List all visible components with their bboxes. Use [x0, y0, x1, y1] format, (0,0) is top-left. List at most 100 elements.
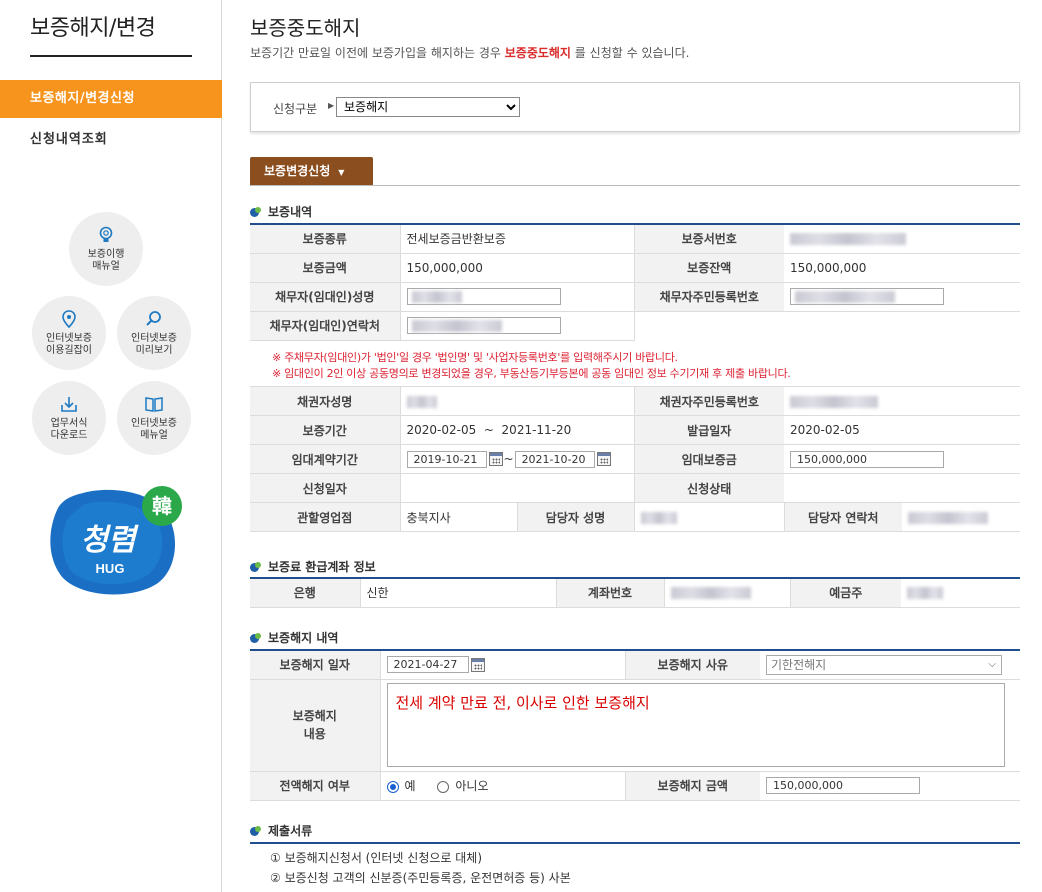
calendar-icon[interactable]	[596, 452, 611, 466]
debtor-id-label: 채무자주민등록번호	[634, 282, 784, 312]
apply-date-value	[399, 473, 635, 503]
cancel-content-textarea[interactable]: 전세 계약 만료 전, 이사로 인한 보증해지	[386, 683, 1005, 767]
guarantee-type-label: 보증종류	[250, 223, 400, 254]
table-row: 관할영업점 충북지사 담당자 성명 담당자 연락처	[250, 502, 1020, 532]
calendar-icon[interactable]	[488, 452, 503, 466]
preview-link[interactable]: 인터넷보증 미리보기	[117, 296, 191, 370]
integrity-hug-logo: 韓 청렴 HUG	[50, 486, 182, 595]
circle-label: 보증이행 매뉴얼	[87, 249, 125, 272]
debtor-id-input[interactable]	[790, 288, 944, 305]
calendar-icon[interactable]	[470, 657, 485, 672]
docs-list: ① 보증해지신청서 (인터넷 신청으로 대체) ② 보증신청 고객의 신분증(주…	[270, 848, 571, 888]
section-title-guarantee: 보증내역	[250, 203, 312, 220]
sidebar-item-history[interactable]: 신청내역조회	[30, 128, 108, 147]
cancel-date-input[interactable]: 2021-04-27	[386, 656, 469, 674]
description-text-end: 를 신청할 수 있습니다.	[570, 46, 690, 60]
no-label: 아니오	[455, 779, 489, 793]
masked-value	[411, 320, 502, 332]
issue-date-label: 발급일자	[634, 415, 784, 445]
table-row: 보증해지 일자 2021-04-27 보증해지 사유 기한전해지 ⌵	[250, 649, 1020, 680]
sidebar-title: 보증해지/변경	[30, 16, 156, 41]
lease-deposit-label: 임대보증금	[634, 444, 784, 474]
request-type-select[interactable]: 보증해지	[336, 97, 520, 117]
full-cancel-yes-radio[interactable]	[386, 780, 399, 793]
debtor-id-cell	[784, 282, 1020, 312]
full-cancel-cell: 예 아니오	[379, 771, 626, 801]
holder-value	[901, 577, 1020, 608]
guarantee-type-value: 전세보증금반환보증	[399, 223, 635, 254]
masked-value	[640, 511, 677, 524]
section-bullet-icon	[250, 207, 264, 217]
table-row: 은행 신한 계좌번호 예금주	[250, 577, 1020, 608]
date-range-separator: ~	[503, 451, 514, 466]
apply-status-label: 신청상태	[634, 473, 784, 503]
debtor-contact-input[interactable]	[406, 317, 561, 334]
account-label: 계좌번호	[556, 577, 664, 608]
guide-link[interactable]: 인터넷보증 이용길잡이	[32, 296, 106, 370]
masked-value	[411, 291, 462, 303]
manual-link[interactable]: 인터넷보증 메뉴얼	[117, 381, 191, 455]
table-row: 임대계약기간 2019-10-21 ~2021-10-20 임대보증금 150,0…	[250, 444, 1020, 474]
full-cancel-no-radio[interactable]	[437, 780, 450, 793]
branch-label: 관할영업점	[250, 502, 400, 532]
section-bullet-icon	[250, 562, 264, 572]
section-title-docs: 제출서류	[250, 822, 312, 839]
tab-label: 보증변경신청	[264, 164, 331, 178]
manager-contact-label: 담당자 연락처	[784, 502, 902, 532]
guarantee-table-bottom: 채권자성명 채권자주민등록번호 보증기간 2020-02-05 ~ 2021-1…	[250, 386, 1020, 532]
refund-table: 은행 신한 계좌번호 예금주	[250, 577, 1020, 608]
page-description: 보증기간 만료일 이전에 보증가입을 해지하는 경우 보증중도해지 를 신청할 …	[250, 44, 689, 61]
forms-download-link[interactable]: 업무서식 다운로드	[32, 381, 106, 455]
section-title-refund: 보증료 환급계좌 정보	[250, 558, 376, 575]
guarantee-amount-label: 보증금액	[250, 253, 400, 283]
account-value	[663, 577, 791, 608]
cancel-reason-cell: 기한전해지 ⌵	[760, 649, 1020, 680]
filter-panel: 신청구분 ▶ 보증해지	[250, 82, 1020, 132]
sidebar-item-change-apply[interactable]: 보증해지/변경신청	[0, 80, 222, 118]
sidebar-divider	[30, 55, 192, 57]
period-value: 2020-02-05 ~ 2021-11-20	[399, 415, 635, 445]
logo-text: 청렴	[80, 523, 139, 558]
section-title-text: 제출서류	[268, 824, 313, 838]
cancel-reason-label: 보증해지 사유	[625, 649, 760, 680]
triangle-right-icon: ▶	[328, 101, 335, 110]
section-title-cancel: 보증해지 내역	[250, 629, 338, 646]
chevron-down-icon: ⌵	[988, 658, 996, 670]
period-label: 보증기간	[250, 415, 400, 445]
debtor-name-label: 채무자(임대인)성명	[250, 282, 400, 312]
debtor-contact-label: 채무자(임대인)연락처	[250, 311, 400, 341]
book-icon	[145, 397, 163, 412]
tab-change-request[interactable]: 보증변경신청 ▼	[250, 157, 373, 185]
tab-divider	[250, 185, 1020, 186]
caret-down-icon: ▼	[338, 168, 345, 177]
debtor-name-input[interactable]	[406, 288, 561, 305]
lease-end-input[interactable]: 2021-10-20	[514, 450, 595, 468]
map-pin-icon	[62, 310, 76, 329]
description-highlight: 보증중도해지	[504, 46, 571, 60]
holder-label: 예금주	[790, 577, 901, 608]
magnifier-icon	[146, 311, 161, 326]
cert-no-value	[784, 223, 1020, 254]
cancel-content-label: 보증해지 내용	[250, 679, 380, 772]
table-row: 보증종류 전세보증금반환보증 보증서번호	[250, 223, 1020, 254]
cancel-date-label: 보증해지 일자	[250, 649, 380, 680]
guarantee-manual-link[interactable]: 보증이행 매뉴얼	[69, 212, 143, 286]
cancel-table: 보증해지 일자 2021-04-27 보증해지 사유 기한전해지 ⌵ 보증해지 내…	[250, 649, 1020, 801]
lease-period-cell: 2019-10-21 ~2021-10-20	[399, 444, 635, 474]
docs-divider	[250, 842, 1020, 844]
cancel-amount-input[interactable]: 150,000,000	[766, 777, 920, 794]
cancel-reason-select[interactable]: 기한전해지 ⌵	[766, 654, 1002, 675]
notice-joint-owner: ※ 임대인이 2인 이상 공동명의로 변경되었을 경우, 부동산등기부등본에 공…	[272, 367, 791, 380]
section-bullet-icon	[250, 633, 264, 643]
notice-corporate: ※ 주채무자(임대인)가 '법인'일 경우 '법인명' 및 '사업자등록번호'를…	[272, 351, 678, 364]
lease-start-input[interactable]: 2019-10-21	[406, 450, 487, 468]
cancel-amount-cell: 150,000,000	[760, 771, 1020, 801]
cancel-date-cell: 2021-04-27	[379, 649, 626, 680]
apply-date-label: 신청일자	[250, 473, 400, 503]
creditor-id-value	[784, 386, 1020, 416]
bank-label: 은행	[250, 577, 360, 608]
table-row: 채권자성명 채권자주민등록번호	[250, 386, 1020, 416]
lease-deposit-input[interactable]: 150,000,000	[790, 450, 944, 468]
section-title-text: 보증내역	[268, 205, 313, 219]
issue-date-value: 2020-02-05	[784, 415, 1020, 445]
